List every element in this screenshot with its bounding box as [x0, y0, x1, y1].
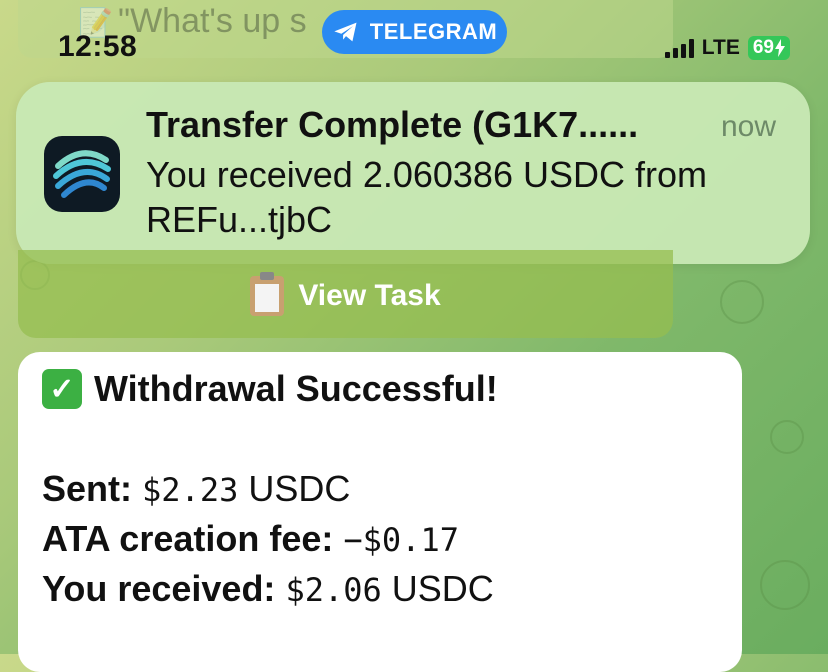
- view-task-button[interactable]: View Task: [18, 250, 673, 338]
- wallpaper-doodle: [720, 280, 764, 324]
- notification-time: now: [720, 110, 776, 143]
- cellular-signal-icon: [664, 38, 694, 58]
- view-task-label: View Task: [298, 279, 441, 312]
- fee-row: ATA creation fee: −$0.17: [42, 518, 459, 560]
- telegram-return-pill[interactable]: TELEGRAM: [322, 10, 507, 54]
- clipboard-icon: [250, 272, 285, 316]
- telegram-plane-icon: [334, 22, 357, 42]
- message-title: ✓ Withdrawal Successful!: [42, 368, 498, 410]
- network-type: LTE: [701, 36, 740, 59]
- sent-amount: $2.23: [142, 471, 239, 509]
- telegram-pill-label: TELEGRAM: [369, 19, 498, 44]
- status-time: 12:58: [58, 30, 138, 63]
- sent-unit: USDC: [248, 468, 351, 509]
- status-indicators: LTE 69: [664, 36, 790, 60]
- received-amount: $2.06: [285, 571, 382, 609]
- push-notification[interactable]: Transfer Complete (G1K7...... now You re…: [16, 82, 810, 264]
- chat-message-bubble: ✓ Withdrawal Successful! Sent: $2.23 USD…: [18, 352, 742, 672]
- received-unit: USDC: [391, 568, 494, 609]
- sent-row: Sent: $2.23 USDC: [42, 468, 350, 510]
- sent-label: Sent:: [42, 468, 132, 509]
- battery-level: 69: [752, 37, 774, 58]
- notification-body: You received 2.060386 USDC from REFu...t…: [146, 154, 707, 240]
- app-logo-icon: [44, 136, 120, 212]
- received-label: You received:: [42, 568, 276, 609]
- check-mark-icon: ✓: [42, 369, 82, 409]
- wallpaper-doodle: [760, 560, 810, 610]
- fee-amount: −$0.17: [343, 521, 459, 559]
- notification-title: Transfer Complete (G1K7......: [146, 104, 639, 145]
- charging-bolt-icon: [775, 39, 785, 57]
- battery-indicator: 69: [747, 36, 790, 60]
- message-title-text: Withdrawal Successful!: [94, 368, 498, 409]
- fee-label: ATA creation fee:: [42, 518, 334, 559]
- received-row: You received: $2.06 USDC: [42, 568, 494, 610]
- wallpaper-doodle: [770, 420, 804, 454]
